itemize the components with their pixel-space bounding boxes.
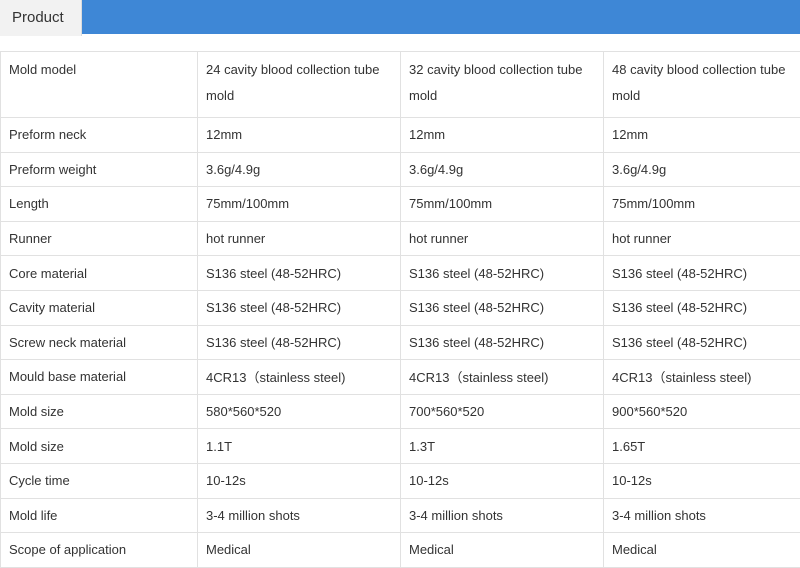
table-cell: 10-12s bbox=[604, 463, 800, 498]
spec-table: Mold model 24 cavity blood collection tu… bbox=[0, 51, 800, 568]
row-label: Mold model bbox=[1, 52, 198, 118]
table-cell: S136 steel (48-52HRC) bbox=[401, 256, 604, 291]
table-cell: Medical bbox=[198, 533, 401, 568]
table-row: Core material S136 steel (48-52HRC) S136… bbox=[1, 256, 800, 291]
table-cell: 1.3T bbox=[401, 429, 604, 464]
table-cell: Medical bbox=[604, 533, 800, 568]
table-cell: 3.6g/4.9g bbox=[198, 152, 401, 187]
table-cell: S136 steel (48-52HRC) bbox=[604, 256, 800, 291]
table-cell: hot runner bbox=[401, 221, 604, 256]
table-cell: 24 cavity blood collection tube mold bbox=[198, 52, 401, 118]
row-label: Length bbox=[1, 187, 198, 222]
row-label: Mold life bbox=[1, 498, 198, 533]
table-cell: S136 steel (48-52HRC) bbox=[198, 256, 401, 291]
table-cell: 10-12s bbox=[401, 463, 604, 498]
header-accent-bar bbox=[82, 0, 800, 34]
row-label: Core material bbox=[1, 256, 198, 291]
table-cell: hot runner bbox=[604, 221, 800, 256]
table-cell: 580*560*520 bbox=[198, 394, 401, 429]
table-cell: 4CR13（stainless steel) bbox=[401, 360, 604, 395]
table-row: Preform neck 12mm 12mm 12mm bbox=[1, 118, 800, 153]
row-label: Runner bbox=[1, 221, 198, 256]
table-row: Mould base material 4CR13（stainless stee… bbox=[1, 360, 800, 395]
table-cell: 12mm bbox=[401, 118, 604, 153]
table-cell: 1.1T bbox=[198, 429, 401, 464]
table-cell: S136 steel (48-52HRC) bbox=[401, 290, 604, 325]
table-cell: 48 cavity blood collection tube mold bbox=[604, 52, 800, 118]
table-cell: 10-12s bbox=[198, 463, 401, 498]
table-row: Runner hot runner hot runner hot runner bbox=[1, 221, 800, 256]
table-cell: 4CR13（stainless steel) bbox=[604, 360, 800, 395]
row-label: Mold size bbox=[1, 394, 198, 429]
table-cell: 75mm/100mm bbox=[198, 187, 401, 222]
table-row: Length 75mm/100mm 75mm/100mm 75mm/100mm bbox=[1, 187, 800, 222]
table-cell: 1.65T bbox=[604, 429, 800, 464]
table-cell: 900*560*520 bbox=[604, 394, 800, 429]
product-tab[interactable]: Product bbox=[0, 0, 82, 36]
table-cell: S136 steel (48-52HRC) bbox=[604, 325, 800, 360]
table-cell: 75mm/100mm bbox=[604, 187, 800, 222]
table-cell: 3-4 million shots bbox=[401, 498, 604, 533]
row-label: Mould base material bbox=[1, 360, 198, 395]
table-cell: 3.6g/4.9g bbox=[604, 152, 800, 187]
table-cell: 3-4 million shots bbox=[604, 498, 800, 533]
table-cell: 12mm bbox=[198, 118, 401, 153]
table-row: Mold size 1.1T 1.3T 1.65T bbox=[1, 429, 800, 464]
table-cell: S136 steel (48-52HRC) bbox=[604, 290, 800, 325]
table-cell: 4CR13（stainless steel) bbox=[198, 360, 401, 395]
row-label: Preform neck bbox=[1, 118, 198, 153]
table-row: Mold size 580*560*520 700*560*520 900*56… bbox=[1, 394, 800, 429]
table-cell: 12mm bbox=[604, 118, 800, 153]
row-label: Screw neck material bbox=[1, 325, 198, 360]
row-label: Scope of application bbox=[1, 533, 198, 568]
row-label: Cycle time bbox=[1, 463, 198, 498]
table-row: Scope of application Medical Medical Med… bbox=[1, 533, 800, 568]
table-cell: 3-4 million shots bbox=[198, 498, 401, 533]
table-cell: hot runner bbox=[198, 221, 401, 256]
row-label: Mold size bbox=[1, 429, 198, 464]
table-cell: Medical bbox=[401, 533, 604, 568]
row-label: Preform weight bbox=[1, 152, 198, 187]
table-row: Screw neck material S136 steel (48-52HRC… bbox=[1, 325, 800, 360]
section-header: Product bbox=[0, 0, 800, 36]
table-row: Cycle time 10-12s 10-12s 10-12s bbox=[1, 463, 800, 498]
table-row: Mold life 3-4 million shots 3-4 million … bbox=[1, 498, 800, 533]
table-cell: 75mm/100mm bbox=[401, 187, 604, 222]
table-cell: S136 steel (48-52HRC) bbox=[198, 325, 401, 360]
table-cell: S136 steel (48-52HRC) bbox=[198, 290, 401, 325]
table-cell: S136 steel (48-52HRC) bbox=[401, 325, 604, 360]
table-row: Mold model 24 cavity blood collection tu… bbox=[1, 52, 800, 118]
table-cell: 700*560*520 bbox=[401, 394, 604, 429]
table-row: Preform weight 3.6g/4.9g 3.6g/4.9g 3.6g/… bbox=[1, 152, 800, 187]
row-label: Cavity material bbox=[1, 290, 198, 325]
table-row: Cavity material S136 steel (48-52HRC) S1… bbox=[1, 290, 800, 325]
table-cell: 3.6g/4.9g bbox=[401, 152, 604, 187]
table-cell: 32 cavity blood collection tube mold bbox=[401, 52, 604, 118]
